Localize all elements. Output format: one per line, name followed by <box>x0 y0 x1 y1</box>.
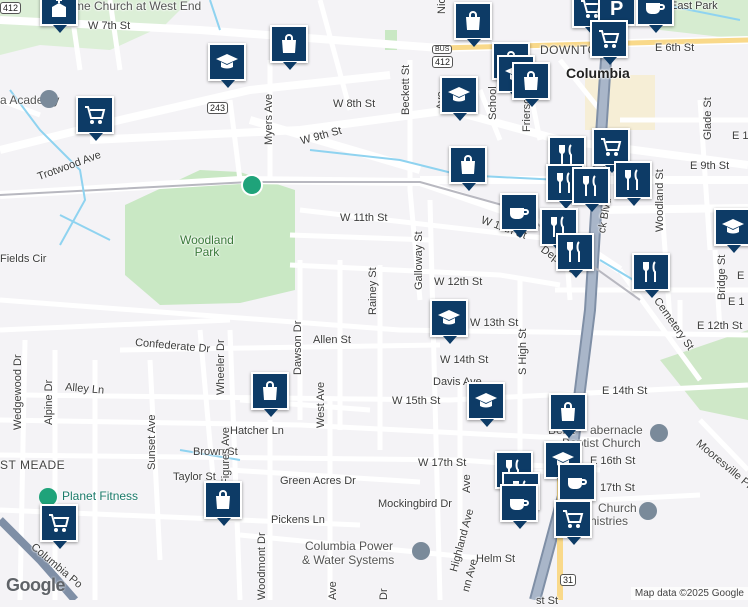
street-label: E 12th St <box>697 320 743 332</box>
street-label: Dr <box>378 588 390 600</box>
coffee-marker[interactable] <box>636 0 674 33</box>
street-label: Helm St <box>476 553 516 565</box>
neighborhood-label: ST MEADE <box>0 458 66 472</box>
street-label: E 1 <box>737 270 748 282</box>
restaurant-marker[interactable] <box>614 161 652 206</box>
street-label: Sunset Ave <box>146 414 158 470</box>
school-marker[interactable] <box>440 76 478 121</box>
park-label: Woodland Park <box>180 233 234 259</box>
street-label: Woodmont Dr <box>256 532 268 600</box>
street-label: E 14th St <box>602 385 648 397</box>
street-label: West Ave <box>315 381 327 428</box>
street-label: W 13th St <box>470 317 519 329</box>
school-poi-icon[interactable] <box>40 90 58 108</box>
church-label: me Church at West End <box>74 0 202 13</box>
coffee-marker[interactable] <box>500 193 538 238</box>
street-label: Nicholson Ave <box>436 0 448 14</box>
shopping-bag-marker[interactable] <box>270 25 308 70</box>
restaurant-marker[interactable] <box>632 253 670 298</box>
street-label: W 8th St <box>333 98 376 110</box>
street-label: Allen St <box>313 334 351 346</box>
google-logo: Google <box>6 575 66 595</box>
street-label: E 12 <box>732 130 748 142</box>
shopping-cart-marker[interactable] <box>40 504 78 549</box>
street-label: Green Acres Dr <box>280 475 356 487</box>
street-label: W 12th St <box>434 276 483 288</box>
government-poi-icon[interactable] <box>412 542 430 560</box>
planet-fitness-label: Planet Fitness <box>62 489 139 503</box>
street-label: E 16th St <box>590 455 636 467</box>
highway-shield: 412 <box>432 56 454 68</box>
coffee-marker[interactable] <box>500 484 538 529</box>
street-label: S High St <box>517 328 529 375</box>
park-poi-icon[interactable] <box>241 174 263 196</box>
street-label: W 15th St <box>392 395 441 407</box>
restaurant-marker[interactable] <box>572 167 610 212</box>
attribution[interactable]: Map data ©2025 Google <box>630 587 748 600</box>
power-label: & Water Systems <box>302 553 395 567</box>
shopping-bag-marker[interactable] <box>204 481 242 526</box>
shopping-cart-marker[interactable] <box>554 500 592 545</box>
street-label: Ave <box>461 474 473 493</box>
church-poi-icon[interactable] <box>650 424 668 442</box>
street-label: E 6th St <box>655 42 695 54</box>
school-marker[interactable] <box>430 299 468 344</box>
street-label: Hatcher Ln <box>230 425 284 437</box>
street-label: W 7th St <box>88 20 131 32</box>
street-label: Ave <box>327 581 339 600</box>
street-label: Myers Ave <box>263 93 275 145</box>
church-marker[interactable] <box>40 0 78 33</box>
street-label: Dawson Dr <box>292 320 304 375</box>
street-label: Rainey St <box>367 267 379 315</box>
church-poi-icon[interactable] <box>639 502 657 520</box>
street-label: Wedgewood Dr <box>12 354 24 430</box>
street-label: Mockingbird Dr <box>378 498 452 510</box>
svg-text:P: P <box>610 0 623 19</box>
shopping-bag-marker[interactable] <box>512 62 550 107</box>
street-label: E 1 <box>728 296 745 308</box>
street-label: st St <box>536 595 559 607</box>
shopping-cart-marker[interactable] <box>76 96 114 141</box>
church-label: abernacle <box>590 423 643 437</box>
street-label: Pickens Ln <box>271 514 325 526</box>
shopping-bag-marker[interactable] <box>549 393 587 438</box>
highway-shield: 243 <box>207 102 229 114</box>
street-label: 17th St <box>600 482 635 494</box>
school-marker[interactable] <box>467 382 505 427</box>
highway-shield: 31 <box>560 574 577 586</box>
highway-shield: BUS <box>432 45 453 54</box>
shopping-cart-marker[interactable] <box>590 20 628 65</box>
school-marker[interactable] <box>208 43 246 88</box>
street-label: Beckett St <box>400 64 412 115</box>
church-label: Church <box>598 501 637 515</box>
church-label: nistries <box>590 514 629 528</box>
restaurant-marker[interactable] <box>556 233 594 278</box>
power-label: Columbia Power <box>305 539 394 553</box>
main-roads <box>0 16 748 274</box>
street-label: Fields Cir <box>0 253 47 265</box>
street-label: Alpine Dr <box>43 379 55 425</box>
street-label: Glade St <box>702 97 714 140</box>
city-label: Columbia <box>566 65 630 81</box>
street-label: W 17th St <box>418 457 467 469</box>
street-label: E 9th St <box>690 160 730 172</box>
street-label: Wheeler Dr <box>215 339 227 395</box>
shopping-bag-marker[interactable] <box>251 372 289 417</box>
street-label: Galloway St <box>413 231 425 290</box>
school-marker[interactable] <box>714 208 748 253</box>
shopping-bag-marker[interactable] <box>449 146 487 191</box>
street-label: W 14th St <box>440 354 489 366</box>
street-label: Woodland St <box>654 169 666 232</box>
coffee-marker[interactable] <box>558 463 596 508</box>
shopping-bag-marker[interactable] <box>454 2 492 47</box>
street-label: Bridge St <box>716 254 728 300</box>
street-label: East Park <box>670 0 718 12</box>
street-label: Figures Ave <box>220 427 232 485</box>
street-label: W 11th St <box>340 212 388 224</box>
highway-shield: 412 <box>0 2 22 14</box>
